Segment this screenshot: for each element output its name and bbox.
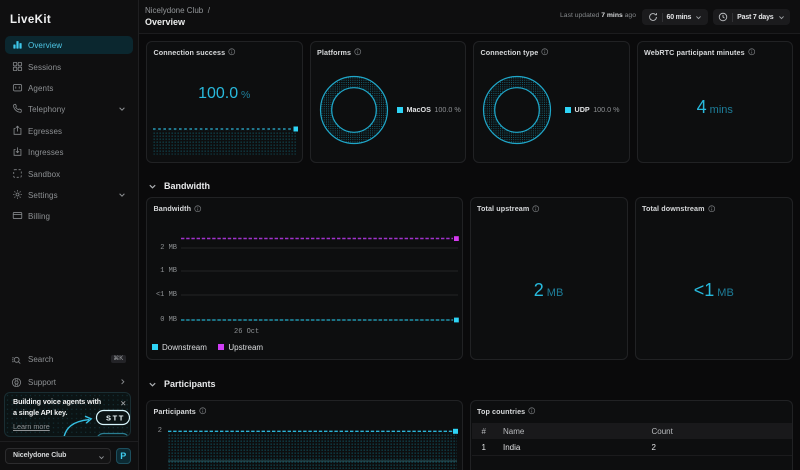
svg-text:STT: STT — [106, 413, 125, 422]
